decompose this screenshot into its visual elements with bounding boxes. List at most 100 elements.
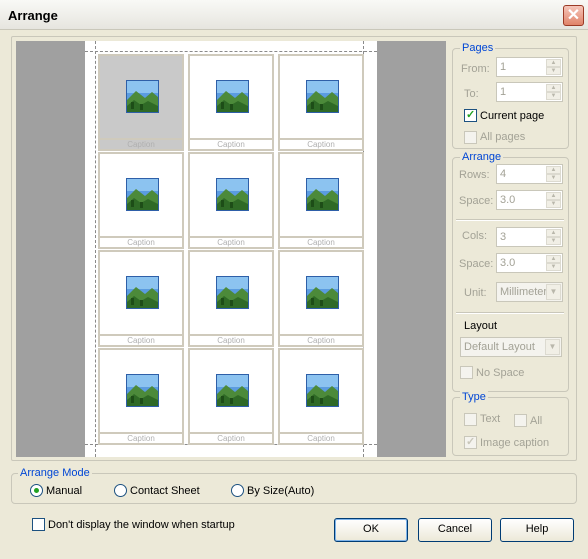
thumbnail-cell[interactable]: Caption: [188, 348, 274, 445]
spin-arrows-icon[interactable]: ▲ ▼: [546, 84, 561, 100]
thumbnail-caption: Caption: [100, 432, 182, 443]
landscape-image-icon: [216, 178, 249, 211]
spin-arrows-icon[interactable]: ▲ ▼: [546, 59, 561, 75]
image-caption-label: Image caption: [480, 437, 550, 449]
left-margin-guide: [95, 41, 96, 457]
row-space-spinner[interactable]: 3.0 ▲ ▼: [496, 190, 563, 210]
spin-arrows-icon[interactable]: ▲ ▼: [546, 255, 561, 271]
from-value: 1: [500, 61, 507, 73]
no-space-checkbox[interactable]: [460, 366, 473, 379]
text-checkbox[interactable]: [464, 413, 477, 426]
landscape-image-icon: [126, 178, 159, 211]
thumbnail-caption: Caption: [280, 432, 362, 443]
landscape-image-icon: [306, 374, 339, 407]
landscape-image-icon: [306, 80, 339, 113]
current-page-checkbox[interactable]: ✓: [464, 109, 477, 122]
from-spinner[interactable]: 1 ▲ ▼: [496, 57, 563, 77]
checkmark-icon: ✓: [466, 436, 476, 448]
window-title: Arrange: [8, 8, 58, 23]
current-page-label: Current page: [480, 110, 545, 122]
contact-sheet-radio[interactable]: [114, 484, 127, 497]
layout-select[interactable]: Default Layout ▼: [460, 337, 562, 357]
close-button[interactable]: ✕: [563, 5, 584, 26]
thumbnail-cell[interactable]: Caption: [278, 54, 364, 151]
spin-arrows-icon[interactable]: ▲ ▼: [546, 166, 561, 182]
all-checkbox[interactable]: [514, 414, 527, 427]
thumbnail-caption: Caption: [100, 138, 182, 149]
layout-label: Layout: [464, 320, 498, 332]
unit-label: Unit:: [464, 287, 487, 299]
arrange-legend: Arrange: [460, 151, 504, 163]
type-legend: Type: [460, 391, 488, 403]
thumbnail-cell[interactable]: Caption: [278, 348, 364, 445]
thumbnail-caption: Caption: [280, 236, 362, 247]
spin-arrows-icon[interactable]: ▲ ▼: [546, 229, 561, 245]
thumbnail-caption: Caption: [280, 334, 362, 345]
thumbnail-caption: Caption: [280, 138, 362, 149]
by-size-label: By Size(Auto): [247, 485, 315, 497]
all-pages-label: All pages: [480, 131, 526, 143]
row-space-label: Space:: [459, 195, 494, 207]
dont-display-label: Don't display the window when startup: [48, 519, 235, 531]
landscape-image-icon: [216, 374, 249, 407]
thumbnail-caption: Caption: [100, 334, 182, 345]
unit-select[interactable]: Millimeter ▼: [496, 282, 563, 302]
cols-spinner[interactable]: 3 ▲ ▼: [496, 227, 563, 247]
top-margin-guide: [85, 51, 377, 52]
from-label: From:: [461, 63, 490, 75]
layout-value: Default Layout: [464, 341, 535, 353]
help-button[interactable]: Help: [500, 518, 574, 542]
spin-arrows-icon[interactable]: ▲ ▼: [546, 192, 561, 208]
to-value: 1: [500, 86, 507, 98]
cols-value: 3: [500, 231, 507, 243]
to-label: To:: [464, 88, 479, 100]
thumbnail-cell[interactable]: Caption: [98, 152, 184, 249]
thumbnail-caption: Caption: [190, 334, 272, 345]
landscape-image-icon: [306, 276, 339, 309]
dont-display-checkbox[interactable]: [32, 518, 45, 531]
thumbnail-cell[interactable]: Caption: [98, 250, 184, 347]
thumbnail-caption: Caption: [190, 432, 272, 443]
thumbnail-cell[interactable]: Caption: [188, 54, 274, 151]
rows-value: 4: [500, 168, 507, 180]
landscape-image-icon: [306, 178, 339, 211]
thumbnail-cell[interactable]: Caption: [188, 250, 274, 347]
cancel-button[interactable]: Cancel: [418, 518, 492, 542]
thumbnail-cell[interactable]: Caption: [278, 152, 364, 249]
col-space-label: Space:: [459, 258, 494, 270]
rows-label: Rows:: [459, 169, 490, 181]
chevron-down-icon[interactable]: ▼: [546, 284, 561, 300]
pages-legend: Pages: [460, 42, 496, 54]
radio-dot-icon: [34, 488, 39, 493]
landscape-image-icon: [126, 80, 159, 113]
ok-button[interactable]: OK: [334, 518, 408, 542]
landscape-image-icon: [126, 276, 159, 309]
by-size-radio[interactable]: [231, 484, 244, 497]
thumbnail-caption: Caption: [190, 138, 272, 149]
title-bar: Arrange ✕: [0, 0, 588, 30]
thumbnail-cell[interactable]: Caption: [278, 250, 364, 347]
thumbnail-cell[interactable]: Caption: [98, 54, 184, 151]
contact-sheet-label: Contact Sheet: [130, 485, 200, 497]
arrange-preview: Caption Caption Caption Caption Caption Capti…: [16, 41, 446, 457]
to-spinner[interactable]: 1 ▲ ▼: [496, 82, 563, 102]
landscape-image-icon: [216, 80, 249, 113]
all-label: All: [530, 415, 543, 427]
thumbnail-caption: Caption: [190, 236, 272, 247]
rows-spinner[interactable]: 4 ▲ ▼: [496, 164, 563, 184]
chevron-down-icon[interactable]: ▼: [545, 339, 560, 355]
thumbnail-caption: Caption: [100, 236, 182, 247]
landscape-image-icon: [216, 276, 249, 309]
no-space-label: No Space: [476, 367, 525, 379]
thumbnail-cell[interactable]: Caption: [98, 348, 184, 445]
unit-value: Millimeter: [500, 286, 548, 298]
text-label: Text: [480, 413, 501, 425]
cols-label: Cols:: [462, 230, 488, 242]
manual-radio[interactable]: [30, 484, 43, 497]
thumbnail-cell[interactable]: Caption: [188, 152, 274, 249]
col-space-spinner[interactable]: 3.0 ▲ ▼: [496, 253, 563, 273]
manual-label: Manual: [46, 485, 83, 497]
all-pages-checkbox[interactable]: [464, 131, 477, 144]
layout-divider: [456, 312, 564, 314]
image-caption-checkbox[interactable]: ✓: [464, 436, 477, 449]
